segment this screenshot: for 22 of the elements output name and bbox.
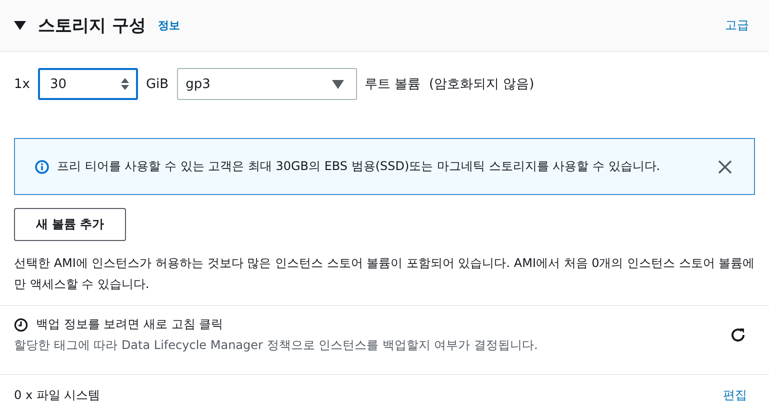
caret-icon[interactable]: [14, 20, 26, 30]
unit-label: GiB: [146, 76, 169, 92]
refresh-icon[interactable]: [729, 326, 747, 344]
edit-link[interactable]: 편집: [723, 387, 747, 404]
file-systems-label: 0 x 파일 시스템: [14, 387, 100, 404]
spinner-icon[interactable]: [120, 77, 130, 91]
backup-title: 백업 정보를 보려면 새로 고침 클릭: [36, 316, 224, 333]
alert-message: 프리 티어를 사용할 수 있는 고객은 최대 30GB의 EBS 범용(SSD)또는 마그네틱 스토리지를 사용할 수 있습니다.: [57, 158, 662, 175]
clock-icon: [14, 318, 28, 332]
volume-description: 루트 볼륨 (암호화되지 않음): [364, 76, 534, 93]
close-icon[interactable]: [718, 160, 732, 174]
volume-type-dropdown[interactable]: gp3: [176, 68, 357, 100]
advanced-link[interactable]: 고급: [725, 17, 749, 34]
add-volume-button[interactable]: 새 볼륨 추가: [14, 208, 126, 241]
info-link[interactable]: 정보: [158, 18, 180, 33]
info-icon: [35, 160, 49, 174]
volume-count: 1x: [14, 76, 30, 92]
instance-store-note: 선택한 AMI에 인스턴스가 허용하는 것보다 많은 인스턴스 스토어 볼륨이 포함되어 있습니다. AMI에서 처음 0개의 인스턴스 스토어 볼륨에만 액세스할 수 있습니다.: [14, 255, 755, 293]
caret-icon: [332, 80, 344, 88]
backup-description: 할당한 태그에 따라 Data Lifecycle Manager 정책으로 인스턴스를 백업할지 여부가 결정됩니다.: [14, 337, 538, 354]
section-title: 스토리지 구성: [38, 15, 146, 37]
size-field[interactable]: 30: [38, 68, 138, 100]
